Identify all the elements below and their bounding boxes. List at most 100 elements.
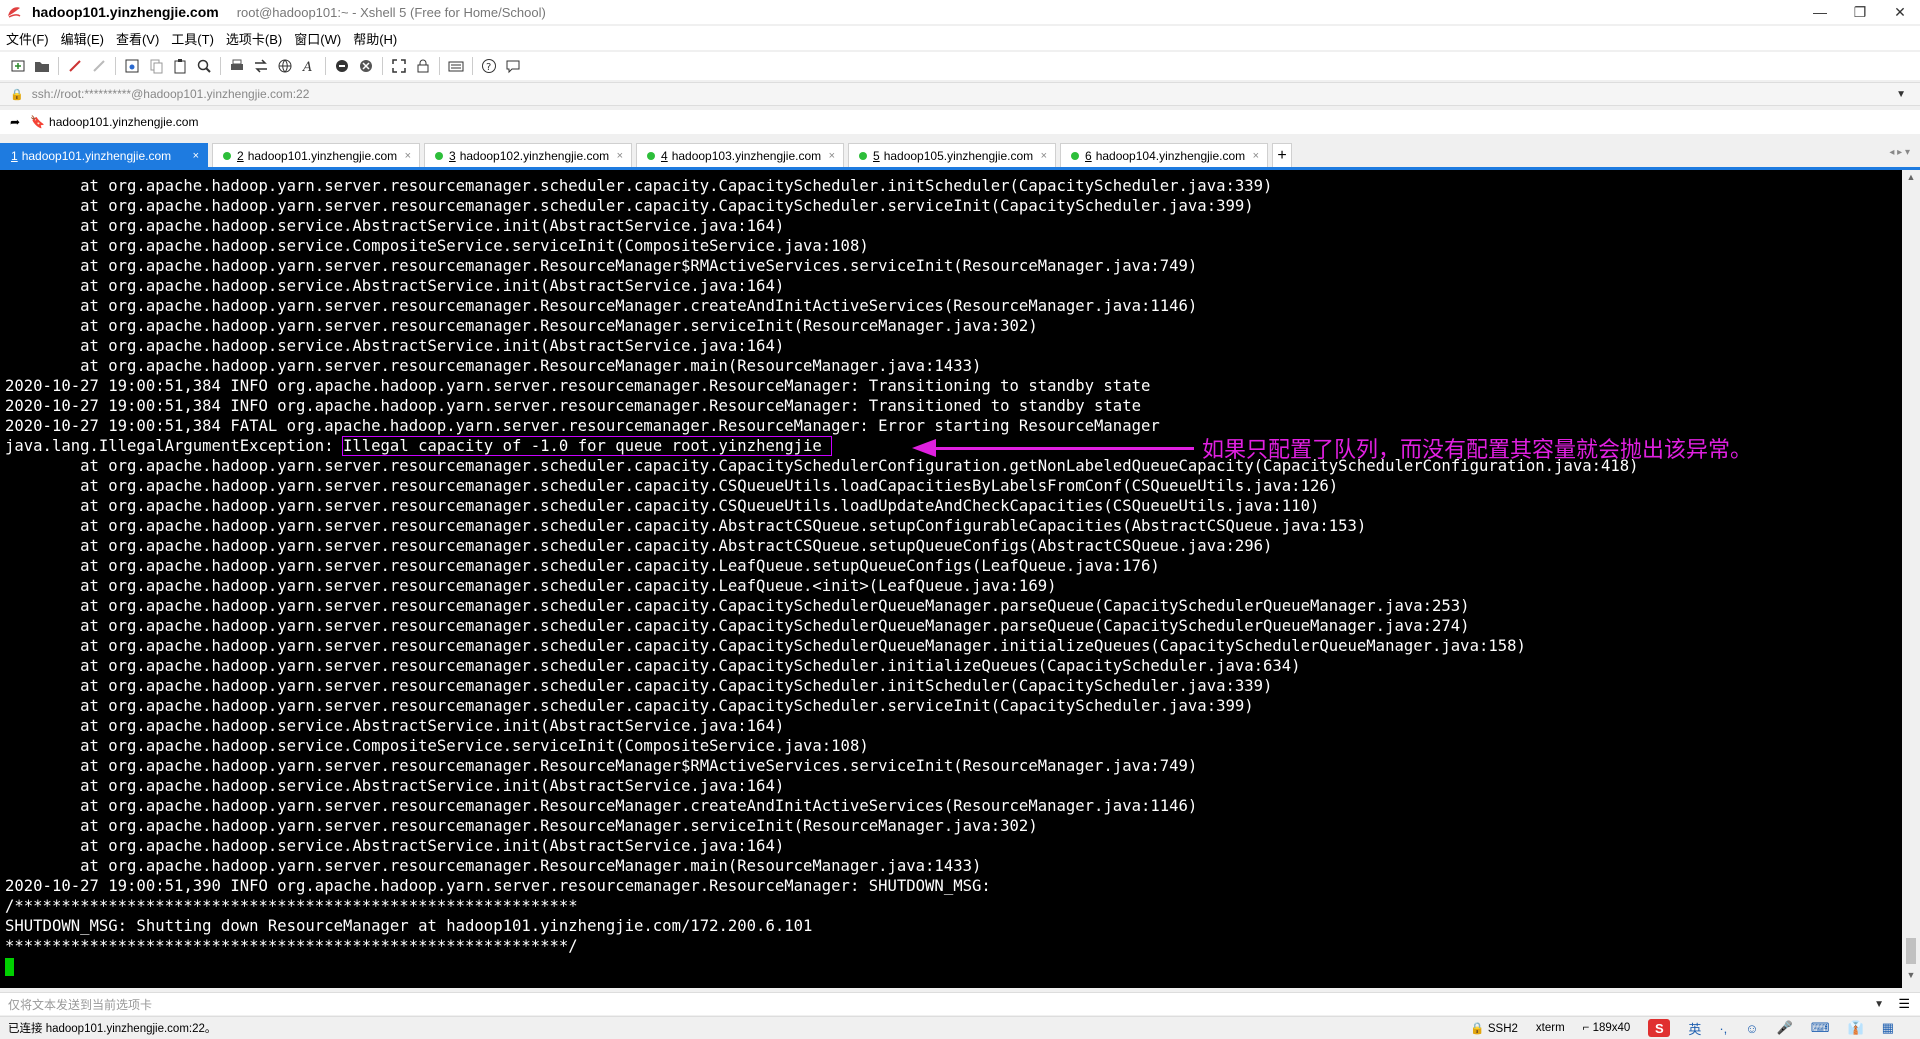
fullscreen-icon[interactable] (389, 56, 409, 76)
compose-dropdown-icon[interactable]: ▼ (1874, 999, 1884, 1010)
links-bar: ➦ 🔖 hadoop101.yinzhengjie.com (0, 110, 1920, 134)
ime-toolbar[interactable]: S 英 ·, ☺ 🎤 ⌨ 👔 ▦ (1648, 1019, 1912, 1038)
chat-icon[interactable] (503, 56, 523, 76)
link-item[interactable]: hadoop101.yinzhengjie.com (49, 115, 198, 129)
open-folder-icon[interactable] (32, 56, 52, 76)
print-icon[interactable] (227, 56, 247, 76)
address-value[interactable]: ssh://root:**********@hadoop101.yinzheng… (32, 87, 310, 101)
tab-session-3[interactable]: 3 hadoop102.yinzhengjie.com × (424, 143, 632, 167)
terminal-line: at org.apache.hadoop.service.AbstractSer… (5, 217, 785, 235)
terminal-line: at org.apache.hadoop.service.CompositeSe… (5, 237, 869, 255)
globe-icon[interactable] (275, 56, 295, 76)
menu-file[interactable]: 文件(F) (0, 29, 55, 48)
toolbar-separator (115, 57, 116, 75)
ime-punctuation-icon[interactable]: ·, (1719, 1021, 1727, 1036)
menu-edit[interactable]: 编辑(E) (55, 29, 110, 48)
xftp-icon[interactable] (332, 56, 352, 76)
address-dropdown-icon[interactable]: ▼ (1896, 89, 1906, 100)
menu-help[interactable]: 帮助(H) (347, 29, 403, 48)
tab-close-icon[interactable]: × (193, 150, 199, 162)
svg-text:A: A (302, 60, 312, 74)
tab-number: 1 (11, 148, 18, 163)
tab-session-2[interactable]: 2 hadoop101.yinzhengjie.com × (212, 143, 420, 167)
address-lock-icon: 🔒 (10, 88, 24, 101)
svg-text:?: ? (486, 62, 491, 73)
terminal-line: 2020-10-27 19:00:51,384 INFO org.apache.… (5, 377, 1151, 395)
keyboard-icon[interactable] (446, 56, 466, 76)
ime-menu-icon[interactable]: ▦ (1882, 1020, 1894, 1036)
connected-status-icon (859, 151, 867, 160)
compose-input[interactable]: 仅将文本发送到当前选项卡 (8, 996, 152, 1013)
terminal-screen[interactable]: at org.apache.hadoop.yarn.server.resourc… (0, 170, 1902, 988)
terminal-line: SHUTDOWN_MSG: Shutting down ResourceMana… (5, 917, 813, 935)
restore-button[interactable]: ❐ (1840, 0, 1880, 24)
tab-close-icon[interactable]: × (617, 150, 623, 162)
transfer-icon[interactable] (251, 56, 271, 76)
close-button[interactable]: ✕ (1880, 0, 1920, 24)
font-icon[interactable]: A (299, 56, 319, 76)
menu-window[interactable]: 窗口(W) (288, 29, 347, 48)
scroll-down-icon[interactable]: ▼ (1902, 970, 1920, 986)
ime-voice-icon[interactable]: 🎤 (1777, 1020, 1793, 1036)
new-session-icon[interactable] (8, 56, 28, 76)
tab-session-4[interactable]: 4 hadoop103.yinzhengjie.com × (636, 143, 844, 167)
copy-icon[interactable] (146, 56, 166, 76)
disconnect-icon[interactable] (89, 56, 109, 76)
terminal-line: at org.apache.hadoop.service.AbstractSer… (5, 337, 785, 355)
tab-session-6[interactable]: 6 hadoop104.yinzhengjie.com × (1060, 143, 1268, 167)
menu-tab[interactable]: 选项卡(B) (220, 29, 288, 48)
terminal-line: at org.apache.hadoop.yarn.server.resourc… (5, 357, 982, 375)
exception-prefix: java.lang.IllegalArgumentException: (5, 437, 343, 455)
compose-menu-icon[interactable]: ☰ (1898, 996, 1910, 1012)
scroll-up-icon[interactable]: ▲ (1902, 172, 1920, 188)
terminal-line: 2020-10-27 19:00:51,384 INFO org.apache.… (5, 397, 1141, 415)
compose-bar[interactable]: 仅将文本发送到当前选项卡 ▼ ☰ (0, 992, 1920, 1015)
ime-keyboard-icon[interactable]: ⌨ (1811, 1020, 1830, 1036)
terminal-line: at org.apache.hadoop.service.AbstractSer… (5, 777, 785, 795)
tab-close-icon[interactable]: × (829, 150, 835, 162)
terminal-line: /***************************************… (5, 897, 578, 915)
window-controls: — ❐ ✕ (1800, 0, 1920, 24)
tab-session-5[interactable]: 5 hadoop105.yinzhengjie.com × (848, 143, 1056, 167)
tab-number: 5 (873, 148, 880, 163)
toolbar-separator (58, 57, 59, 75)
terminal-scrollbar[interactable]: ▲ ▼ (1902, 170, 1920, 988)
properties-icon[interactable] (122, 56, 142, 76)
toolbar-separator (439, 57, 440, 75)
scrollbar-thumb[interactable] (1906, 938, 1916, 964)
tab-session-1[interactable]: 1 hadoop101.yinzhengjie.com × (0, 143, 208, 167)
connect-icon[interactable] (65, 56, 85, 76)
terminal-line: at org.apache.hadoop.yarn.server.resourc… (5, 317, 1038, 335)
tab-close-icon[interactable]: × (1253, 150, 1259, 162)
tab-close-icon[interactable]: × (405, 150, 411, 162)
terminal-line: at org.apache.hadoop.yarn.server.resourc… (5, 637, 1526, 655)
minimize-button[interactable]: — (1800, 0, 1840, 24)
terminal-line: at org.apache.hadoop.yarn.server.resourc… (5, 757, 1198, 775)
tab-number: 2 (237, 148, 244, 163)
add-tab-button[interactable]: + (1272, 143, 1292, 167)
ime-emoji-icon[interactable]: ☺ (1745, 1021, 1758, 1036)
terminal-line: at org.apache.hadoop.yarn.server.resourc… (5, 697, 1254, 715)
links-arrow-icon[interactable]: ➦ (10, 115, 20, 129)
terminal-line: at org.apache.hadoop.yarn.server.resourc… (5, 517, 1367, 535)
sogou-ime-icon[interactable]: S (1648, 1019, 1671, 1037)
menu-view[interactable]: 查看(V) (110, 29, 165, 48)
ime-skin-icon[interactable]: 👔 (1848, 1020, 1864, 1036)
tab-label: hadoop102.yinzhengjie.com (459, 148, 610, 163)
highlighted-error-message: Illegal capacity of -1.0 for queue root.… (341, 436, 833, 456)
lock-icon[interactable] (413, 56, 433, 76)
terminal-line: at org.apache.hadoop.yarn.server.resourc… (5, 497, 1320, 515)
bookmark-icon: 🔖 (30, 115, 46, 129)
ime-lang-toggle[interactable]: 英 (1688, 1019, 1701, 1038)
menu-tools[interactable]: 工具(T) (165, 29, 220, 48)
address-bar[interactable]: 🔒 ssh://root:**********@hadoop101.yinzhe… (0, 82, 1920, 106)
xshell-app-icon (8, 7, 21, 18)
tab-nav-icons[interactable]: ◂ ▸ ▾ (1889, 147, 1910, 158)
xmanager-icon[interactable] (356, 56, 376, 76)
terminal-line: at org.apache.hadoop.service.AbstractSer… (5, 837, 785, 855)
find-icon[interactable] (194, 56, 214, 76)
paste-icon[interactable] (170, 56, 190, 76)
tab-close-icon[interactable]: × (1041, 150, 1047, 162)
help-icon[interactable]: ? (479, 56, 499, 76)
toolbar-separator (382, 57, 383, 75)
